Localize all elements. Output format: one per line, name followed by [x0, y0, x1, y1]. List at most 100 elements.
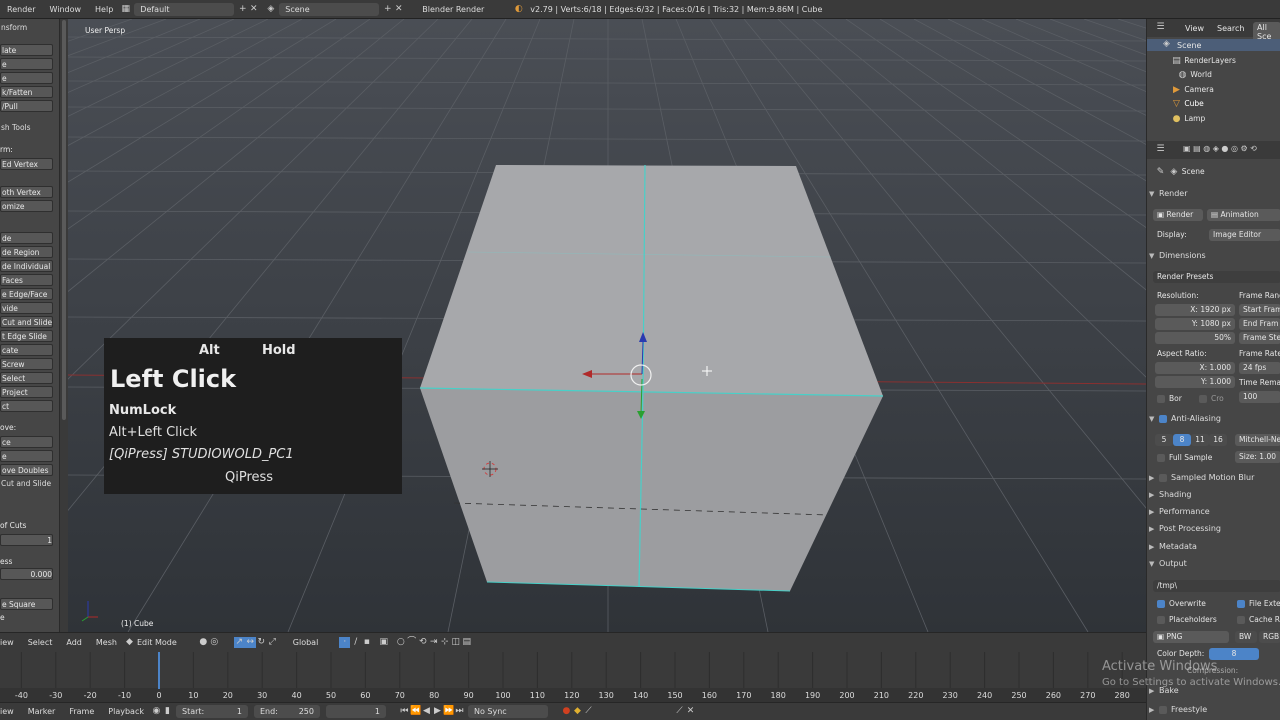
outliner-editor-icon[interactable]: ☰: [1155, 22, 1166, 33]
occlude-icon[interactable]: ▣: [378, 637, 389, 648]
res-y-field[interactable]: Y: 1080 px: [1155, 318, 1235, 330]
res-pct-field[interactable]: 50%: [1155, 332, 1235, 344]
menu-window[interactable]: Window: [42, 5, 88, 14]
keyframe-icon[interactable]: ⟋: [583, 706, 594, 717]
end-frame-prop[interactable]: End Fram: [1239, 318, 1280, 330]
start-frame-prop[interactable]: Start Fram: [1239, 304, 1280, 316]
tool-shelf-item[interactable]: /Pull: [0, 100, 53, 112]
properties-tabs-icon[interactable]: ▣ ▤ ◍ ◈ ● ◎ ⚙ ⟲: [1183, 144, 1257, 153]
snap-icon[interactable]: ⟲: [417, 637, 428, 648]
edge-select-icon[interactable]: /: [350, 637, 361, 648]
full-sample-check[interactable]: [1157, 454, 1165, 462]
mode-selector[interactable]: Edit Mode: [135, 638, 184, 647]
end-frame-field[interactable]: End: 250: [253, 705, 320, 718]
tl-menu-playback[interactable]: Playback: [101, 707, 151, 716]
jump-end-icon[interactable]: ⏭: [454, 706, 465, 717]
manipulator-toggle-icon[interactable]: ↗: [233, 637, 245, 648]
translate-icon[interactable]: ↔: [244, 637, 256, 648]
falloff-icon[interactable]: ⌒: [406, 637, 417, 648]
panel-metadata[interactable]: ▶ Metadata: [1149, 540, 1280, 554]
properties-editor-icon[interactable]: ☰: [1155, 144, 1166, 155]
remove-layout-icon[interactable]: ✕: [248, 4, 259, 15]
aspect-x-field[interactable]: X: 1.000: [1155, 362, 1235, 374]
play-icon[interactable]: ▶: [432, 706, 443, 717]
border-check[interactable]: [1157, 395, 1165, 403]
menu-help[interactable]: Help: [88, 5, 120, 14]
tl-menu-marker[interactable]: Marker: [21, 707, 63, 716]
crop-checkbox[interactable]: Cro: [1199, 392, 1224, 405]
next-key-icon[interactable]: ⏩: [443, 706, 454, 717]
orientation-selector[interactable]: Global: [286, 638, 326, 647]
tool-shelf-item[interactable]: late: [0, 44, 53, 56]
tool-shelf-item[interactable]: de: [0, 232, 53, 244]
opengl-render-icon[interactable]: ▤: [461, 637, 472, 648]
cache-checkbox[interactable]: Cache R: [1237, 613, 1280, 626]
tool-shelf-item[interactable]: e Edge/Face: [0, 288, 53, 300]
tool-shelf-item[interactable]: e: [0, 72, 53, 84]
aa-sample-11[interactable]: 11: [1191, 434, 1209, 446]
border-checkbox[interactable]: Bor: [1157, 392, 1182, 405]
prev-key-icon[interactable]: ⏪: [410, 706, 421, 717]
play-reverse-icon[interactable]: ◀: [421, 706, 432, 717]
aa-sample-8[interactable]: 8: [1173, 434, 1191, 446]
aa-check[interactable]: [1159, 414, 1167, 423]
tool-shelf-item[interactable]: ove Doubles: [0, 464, 53, 476]
sync-selector[interactable]: No Sync: [467, 705, 548, 718]
timeline[interactable]: -40 -30 -20 -10 0 10 20 30 40 50 60 70 80 90 100 110 120…: [0, 652, 1146, 702]
shading-icon[interactable]: ●: [198, 637, 209, 648]
proportional-icon[interactable]: ○: [395, 637, 406, 648]
res-x-field[interactable]: X: 1920 px: [1155, 304, 1235, 316]
delete-key-icon[interactable]: ✕: [685, 706, 696, 717]
tool-shelf-item[interactable]: Ed Vertex: [0, 158, 53, 170]
tool-shelf-item[interactable]: e: [0, 450, 53, 462]
tool-shelf-item[interactable]: de Region: [0, 246, 53, 258]
snap-target-icon[interactable]: ⊹: [439, 637, 450, 648]
aa-sample-5[interactable]: 5: [1155, 434, 1173, 446]
panel-performance[interactable]: ▶ Performance: [1149, 505, 1280, 519]
panel-output[interactable]: ▼ Output: [1149, 557, 1280, 571]
panel-freestyle[interactable]: ▶ Freestyle: [1149, 703, 1280, 717]
tool-shelf-item[interactable]: omize: [0, 200, 53, 212]
overwrite-checkbox[interactable]: Overwrite: [1157, 597, 1206, 610]
scale-icon[interactable]: ⤢: [267, 637, 278, 648]
placeholders-check[interactable]: [1157, 616, 1165, 624]
remove-scene-icon[interactable]: ✕: [393, 4, 404, 15]
color-rgb-button[interactable]: RGB: [1259, 631, 1280, 643]
file-format-selector[interactable]: ▣ PNG: [1153, 631, 1229, 643]
outliner-row-camera[interactable]: ▶ Camera: [1171, 83, 1214, 96]
tool-shelf-item[interactable]: 0.000: [0, 568, 53, 580]
layout-selector[interactable]: Default: [134, 2, 235, 16]
tool-shelf-item[interactable]: Select: [0, 372, 53, 384]
tool-shelf-item[interactable]: Screw: [0, 358, 53, 370]
outliner-menu-view[interactable]: View: [1185, 24, 1204, 33]
menu-select[interactable]: Select: [21, 638, 60, 647]
tool-shelf-item[interactable]: ct: [0, 400, 53, 412]
animation-button[interactable]: ▤ Animation: [1207, 209, 1280, 221]
outliner-menu-search[interactable]: Search: [1217, 24, 1244, 33]
output-path-field[interactable]: /tmp\: [1153, 580, 1280, 592]
tl-menu-frame[interactable]: Frame: [62, 707, 101, 716]
tool-shelf-item[interactable]: Cut and Slide: [0, 316, 53, 328]
jump-start-icon[interactable]: ⏮: [399, 706, 410, 717]
tool-shelf-item[interactable]: 1: [0, 534, 53, 546]
render-presets-selector[interactable]: Render Presets: [1153, 271, 1280, 283]
tool-shelf-item[interactable]: Project: [0, 386, 53, 398]
pivot-icon[interactable]: ◎: [209, 637, 220, 648]
frame-step-prop[interactable]: Frame Ste: [1239, 332, 1280, 344]
motion-blur-check[interactable]: [1159, 473, 1167, 482]
remap-old-field[interactable]: 100: [1239, 391, 1280, 403]
tool-shelf-item[interactable]: vide: [0, 302, 53, 314]
panel-dimensions[interactable]: ▼ Dimensions: [1149, 249, 1280, 263]
menu-add[interactable]: Add: [59, 638, 89, 647]
insert-key-icon[interactable]: ⟋: [674, 706, 685, 717]
render-preview-icon[interactable]: ◫: [450, 637, 461, 648]
auto-key-icon[interactable]: ●: [561, 706, 572, 717]
tool-shelf-item[interactable]: ce: [0, 436, 53, 448]
overwrite-check[interactable]: [1157, 600, 1165, 608]
full-sample-checkbox[interactable]: Full Sample: [1157, 451, 1212, 464]
menu-render[interactable]: Render: [0, 5, 42, 14]
aa-size-field[interactable]: Size: 1.00: [1235, 451, 1280, 463]
file-ext-checkbox[interactable]: File Exte: [1237, 597, 1280, 610]
aa-filter-selector[interactable]: Mitchell-Ne: [1235, 434, 1280, 446]
face-select-icon[interactable]: ▪: [361, 637, 372, 648]
